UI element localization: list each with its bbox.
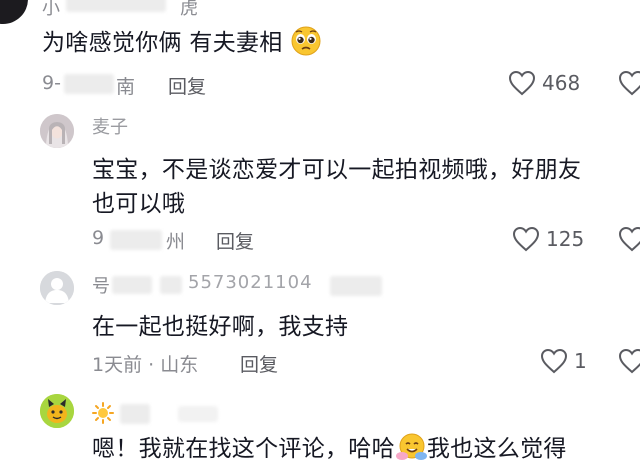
reply-button[interactable]: 回复 — [216, 227, 254, 254]
comment-text: 宝宝，不是谈恋爱才可以一起拍视频哦，好朋友 也可以哦 — [92, 157, 582, 217]
hugging-face-emoji — [395, 432, 427, 472]
pleading-face-emoji — [290, 26, 322, 66]
heart-icon[interactable] — [618, 70, 640, 100]
comment-username-tail: 虎 — [180, 0, 198, 19]
reply-button[interactable]: 回复 — [168, 72, 206, 99]
heart-icon[interactable] — [618, 348, 640, 378]
username-redaction — [112, 276, 152, 294]
sun-emoji — [92, 402, 114, 428]
username-redaction — [66, 0, 166, 12]
comment-text: 嗯！我就在找这个评论，哈哈 我也这么觉得 — [92, 432, 567, 472]
heart-icon — [508, 70, 536, 96]
date-redaction — [64, 74, 114, 94]
avatar[interactable] — [40, 271, 74, 305]
date-redaction — [110, 230, 162, 250]
avatar[interactable] — [40, 394, 74, 428]
username-redaction — [160, 276, 182, 294]
comment-user-id: 5573021104 — [188, 272, 313, 293]
like-count: 125 — [546, 227, 585, 251]
heart-icon — [540, 348, 568, 374]
comment-text: 在一起也挺好啊，我支持 — [92, 314, 349, 340]
comment-meta: 9 — [92, 227, 105, 249]
heart-icon — [512, 226, 540, 252]
avatar[interactable] — [0, 0, 28, 24]
like-button[interactable]: 125 — [512, 226, 584, 252]
username-redaction — [178, 406, 218, 422]
comment-username[interactable]: 小 — [42, 0, 60, 20]
username-redaction — [330, 276, 382, 296]
like-button[interactable]: 1 — [540, 348, 587, 374]
like-count: 468 — [542, 71, 581, 95]
reply-button[interactable]: 回复 — [240, 350, 278, 377]
comment-username[interactable]: 号 — [92, 272, 110, 298]
like-button[interactable]: 468 — [508, 70, 580, 96]
username-redaction — [120, 404, 150, 424]
comment-username[interactable]: 麦子 — [92, 113, 128, 139]
comment-location: 州 — [166, 231, 186, 253]
heart-icon[interactable] — [618, 226, 640, 256]
avatar[interactable] — [40, 114, 74, 148]
comment-meta: 1天前 · 山东 — [92, 354, 199, 376]
like-count: 1 — [574, 349, 587, 373]
comment-meta: 9- — [42, 72, 61, 94]
comment-location: 南 — [116, 76, 136, 98]
comment-text: 为啥感觉你俩 有夫妻相 — [42, 26, 322, 66]
